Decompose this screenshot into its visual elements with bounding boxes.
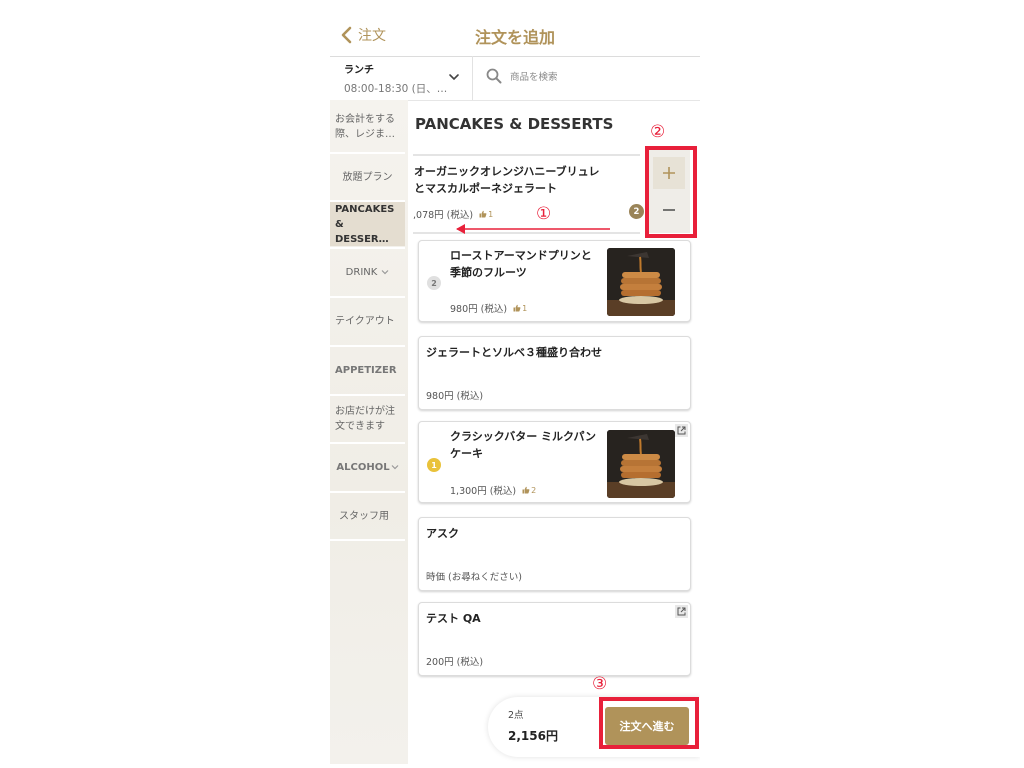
like-count: 1 [522, 303, 528, 313]
sidebar-item-alcohol[interactable]: ALCOHOL [330, 444, 405, 490]
item-name-line: ローストアーマンドプリンと [450, 249, 592, 262]
sidebar-item-label: APPETIZER [335, 364, 397, 376]
search-icon [486, 68, 502, 84]
sidebar-item-label: お店だけが注文できます [335, 406, 395, 432]
price-text: 200円 (税込) [426, 657, 484, 668]
like-count: 2 [531, 485, 537, 495]
sidebar-item-label: ALCOHOL [336, 461, 390, 473]
annotation-marker-1: ① [536, 204, 552, 224]
item-name: クラシックバター ミルクパン ケーキ [450, 428, 605, 462]
chevron-down-icon [391, 465, 399, 470]
divider [472, 56, 473, 100]
item-name-line: とマスカルポーネジェラート [414, 182, 557, 195]
price-text: 980円 (税込) [450, 304, 508, 315]
swipe-arrow-icon [456, 224, 610, 234]
item-name: アスク [426, 527, 459, 540]
sidebar-item-label: お会計をする際、レジま… [335, 114, 395, 140]
thumbs-up-icon: 2 [522, 486, 536, 495]
pancake-photo [607, 430, 675, 498]
category-sidebar: お会計をする際、レジま… 放題プラン PANCAKES & DESSER… DR… [330, 100, 408, 764]
price-text: 980円 (税込) [426, 391, 484, 402]
quantity-badge: 2 [629, 204, 644, 219]
menu-time: 08:00-18:30 (日、… [344, 83, 448, 95]
external-link-icon[interactable] [675, 424, 688, 437]
section-title: PANCAKES & DESSERTS [415, 115, 614, 133]
annotation-marker-3: ③ [592, 674, 608, 694]
rank-medal-icon: 1 [427, 458, 441, 472]
chevron-down-icon [381, 270, 389, 275]
item-name-line: クラシックバター ミルクパン [450, 430, 597, 443]
sidebar-item-staff[interactable]: スタッフ用 [330, 493, 405, 539]
item-name-line: 季節のフルーツ [450, 266, 527, 279]
item-name-line: オーガニックオレンジハニーブリュレ [414, 165, 600, 178]
price-text: 時価 (お尋ねください) [426, 572, 522, 583]
sidebar-item-label: 放題プラン [342, 171, 393, 183]
sidebar-item-label: PANCAKES & DESSER… [335, 203, 395, 245]
like-count: 1 [488, 209, 494, 219]
thumbs-up-icon: 1 [479, 210, 493, 219]
sidebar-item-drink[interactable]: DRINK [330, 249, 405, 295]
price-text: 1,300円 (税込) [450, 486, 517, 497]
sub-bar: ランチ 08:00-18:30 (日、… 商品を検索 [330, 56, 700, 101]
thumbs-up-icon: 1 [513, 304, 527, 313]
sidebar-item-label: DRINK [345, 266, 378, 278]
menu-item-card[interactable]: テスト QA 200円 (税込) [418, 602, 691, 676]
sidebar-item-checkout-note[interactable]: お会計をする際、レジま… [330, 104, 405, 150]
sidebar-item-appetizer[interactable]: APPETIZER [330, 347, 405, 393]
cart-total: 2,156円 [508, 729, 558, 743]
divider [330, 539, 405, 541]
sidebar-item-label: テイクアウト [335, 315, 395, 327]
sidebar-item-plan[interactable]: 放題プラン [330, 154, 405, 200]
item-price: 時価 (お尋ねください) [426, 569, 522, 583]
menu-item-card[interactable]: アスク 時価 (お尋ねください) [418, 517, 691, 591]
item-name: ローストアーマンドプリンと 季節のフルーツ [450, 247, 605, 281]
external-link-icon[interactable] [675, 605, 688, 618]
menu-name: ランチ [344, 65, 374, 76]
item-price: 980円 (税込) [426, 388, 483, 402]
item-name: ジェラートとソルベ３種盛り合わせ [426, 346, 602, 359]
sidebar-item-pancakes[interactable]: PANCAKES & DESSER… [330, 202, 405, 246]
page-title: 注文を追加 [474, 28, 555, 47]
menu-item-card[interactable]: 1 クラシックバター ミルクパン ケーキ 1,300円 (税込) 2 [418, 421, 691, 503]
item-price: ,078円 (税込) 1 [413, 207, 493, 222]
item-name-line: ケーキ [450, 447, 483, 460]
highlight-box-proceed [599, 697, 699, 749]
menu-item-card[interactable]: 2 ローストアーマンドプリンと 季節のフルーツ 980円 (税込) 1 [418, 240, 691, 322]
item-name: オーガニックオレンジハニーブリュレ とマスカルポーネジェラート [414, 163, 640, 197]
phone-screen: 注文 注文を追加 ランチ 08:00-18:30 (日、… 商品を検索 お会計を… [330, 14, 700, 764]
search-placeholder: 商品を検索 [510, 72, 558, 83]
price-text: ,078円 (税込) [413, 210, 474, 221]
search-input[interactable]: 商品を検索 [486, 68, 558, 84]
item-price: 980円 (税込) 1 [450, 301, 527, 316]
sidebar-item-store-only[interactable]: お店だけが注文できます [330, 396, 405, 442]
rank-medal-icon: 2 [427, 276, 441, 290]
sidebar-item-takeout[interactable]: テイクアウト [330, 298, 405, 344]
menu-item-card[interactable]: ジェラートとソルベ３種盛り合わせ 980円 (税込) [418, 336, 691, 410]
annotation-marker-2: ② [650, 122, 666, 142]
item-name: テスト QA [426, 612, 481, 625]
top-header: 注文 注文を追加 [330, 14, 700, 57]
chevron-down-icon [449, 74, 459, 81]
cart-count: 2点 [508, 710, 524, 721]
sidebar-item-label: スタッフ用 [339, 510, 389, 522]
item-price: 1,300円 (税込) 2 [450, 483, 536, 498]
highlight-box-stepper [645, 146, 697, 238]
pancake-photo [607, 248, 675, 316]
item-price: 200円 (税込) [426, 654, 483, 668]
